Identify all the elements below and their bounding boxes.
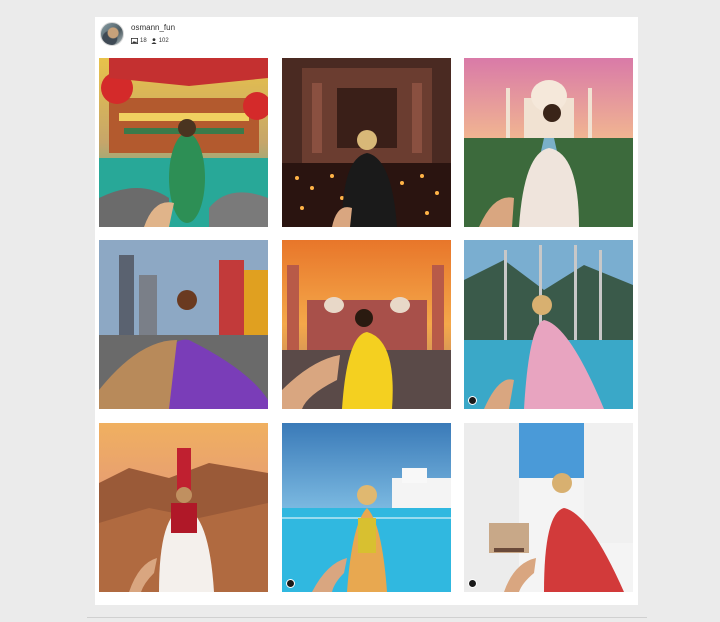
user-icon xyxy=(468,579,477,588)
profile-stats: 18 102 xyxy=(131,38,169,44)
instagram-feed-card: osmann_fun 18 102 xyxy=(95,17,638,605)
photo-blue-pool-white-houses xyxy=(282,423,451,592)
follower-count: 102 xyxy=(158,38,169,44)
photo-canyon-red-outfit xyxy=(99,423,268,592)
image-icon xyxy=(131,38,138,44)
photo-whitewashed-street-red-dress xyxy=(464,423,633,592)
photo-white-domed-mausoleum xyxy=(464,58,633,227)
post-tile[interactable] xyxy=(464,58,633,227)
post-tile[interactable] xyxy=(464,240,633,409)
photo-mosque-sunset-yellow-dress xyxy=(282,240,451,409)
photo-mountain-lake-pink-dress xyxy=(464,240,633,409)
media-count: 18 xyxy=(140,38,147,44)
post-tile[interactable] xyxy=(282,423,451,592)
post-tile[interactable] xyxy=(464,423,633,592)
photo-city-square-purple-dress xyxy=(99,240,268,409)
profile-avatar[interactable] xyxy=(100,22,124,46)
post-tile[interactable] xyxy=(99,423,268,592)
media-count-stat: 18 xyxy=(131,38,147,44)
photo-neon-boat-harbor xyxy=(99,58,268,227)
post-tile[interactable] xyxy=(99,58,268,227)
photo-stone-temple-candles xyxy=(282,58,451,227)
user-icon xyxy=(151,38,157,44)
profile-username[interactable]: osmann_fun xyxy=(131,23,175,32)
post-tile[interactable] xyxy=(282,240,451,409)
follower-count-stat: 102 xyxy=(151,38,169,44)
user-icon xyxy=(468,396,477,405)
post-tile[interactable] xyxy=(282,58,451,227)
footer-divider xyxy=(87,617,647,618)
post-tile[interactable] xyxy=(99,240,268,409)
user-icon xyxy=(286,579,295,588)
